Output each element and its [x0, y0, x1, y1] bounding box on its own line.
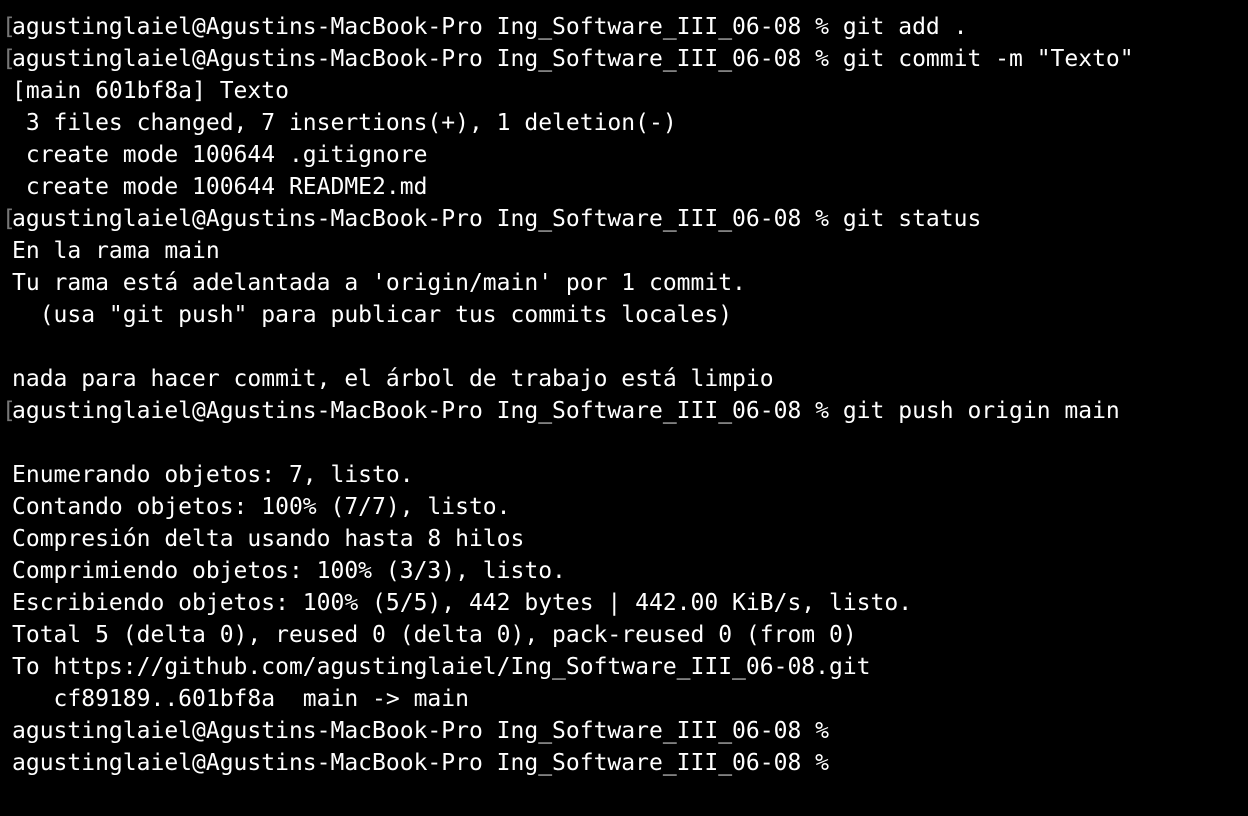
terminal-line: Compresión delta usando hasta 8 hilos [12, 526, 525, 552]
terminal-line: agustinglaiel@Agustins-MacBook-Pro Ing_S… [12, 14, 968, 40]
terminal-line: agustinglaiel@Agustins-MacBook-Pro Ing_S… [12, 206, 982, 232]
terminal-line: agustinglaiel@Agustins-MacBook-Pro Ing_S… [12, 718, 829, 744]
terminal-line: Comprimiendo objetos: 100% (3/3), listo. [12, 558, 566, 584]
terminal-output[interactable]: [ agustinglaiel@Agustins-MacBook-Pro Ing… [0, 0, 1248, 816]
terminal-line: Total 5 (delta 0), reused 0 (delta 0), p… [12, 622, 857, 648]
terminal-line: 3 files changed, 7 insertions(+), 1 dele… [12, 110, 677, 136]
terminal-line: Escribiendo objetos: 100% (5/5), 442 byt… [12, 590, 913, 616]
terminal-line: cf89189..601bf8a main -> main [12, 686, 469, 712]
terminal-line: create mode 100644 .gitignore [12, 142, 428, 168]
terminal-line: Enumerando objetos: 7, listo. [12, 462, 414, 488]
terminal-line: [main 601bf8a] Texto [12, 78, 289, 104]
terminal-line: (usa "git push" para publicar tus commit… [12, 302, 733, 328]
terminal-line: To https://github.com/agustinglaiel/Ing_… [12, 654, 871, 680]
terminal-line: Tu rama está adelantada a 'origin/main' … [12, 270, 746, 296]
terminal-line: En la rama main [12, 238, 220, 264]
terminal-line: agustinglaiel@Agustins-MacBook-Pro Ing_S… [12, 750, 829, 776]
terminal-line: create mode 100644 README2.md [12, 174, 428, 200]
terminal-line: agustinglaiel@Agustins-MacBook-Pro Ing_S… [12, 398, 1120, 424]
terminal-line: nada para hacer commit, el árbol de trab… [12, 366, 774, 392]
terminal-line: Contando objetos: 100% (7/7), listo. [12, 494, 511, 520]
terminal-line: agustinglaiel@Agustins-MacBook-Pro Ing_S… [12, 46, 1134, 72]
